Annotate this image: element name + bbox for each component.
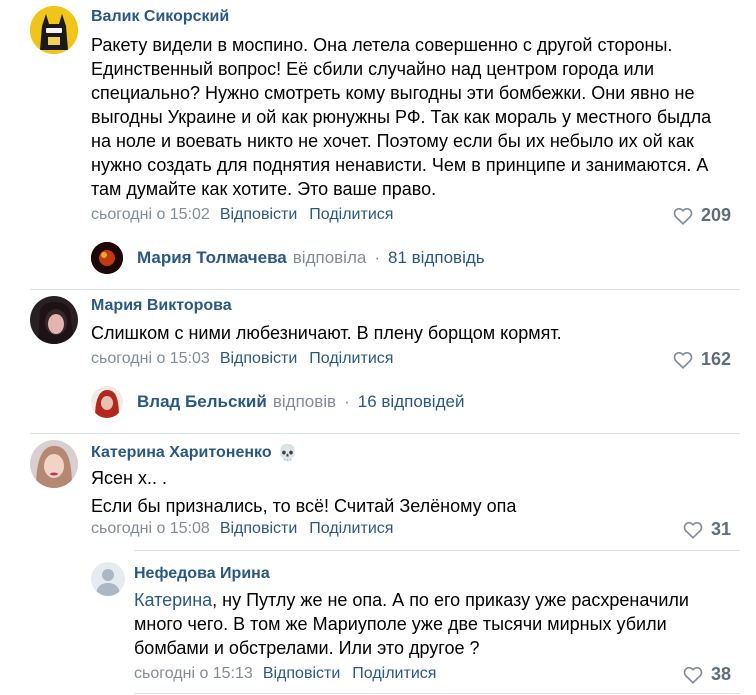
- comment-text-line: Ясен х.. .: [91, 468, 167, 488]
- reply-author[interactable]: Влад Бельский: [137, 392, 267, 412]
- avatar-image: [91, 386, 123, 418]
- comment-meta: сьогодні о 15:03 Відповісти Поділитися: [91, 350, 393, 368]
- reply-button[interactable]: Відповісти: [220, 350, 297, 367]
- like-count: 38: [710, 664, 731, 684]
- comment-meta: сьогодні о 15:02 Відповісти Поділитися: [91, 206, 393, 224]
- comment-author[interactable]: Мария Викторова: [91, 297, 232, 315]
- comment-text: Катерина, ну Путлу же не опа. А по его п…: [134, 588, 734, 660]
- avatar[interactable]: [30, 6, 78, 54]
- comment-text-line: Единственный вопрос! Её сбили случайно н…: [91, 59, 655, 79]
- comment-meta: сьогодні о 15:08 Відповісти Поділитися: [91, 520, 393, 538]
- like-button[interactable]: 31: [683, 519, 731, 540]
- avatar: [91, 386, 123, 418]
- comment-text-line: Если бы признались, то всё! Считай Зелён…: [91, 496, 517, 516]
- share-button[interactable]: Поділитися: [352, 665, 436, 682]
- avatar[interactable]: [91, 562, 125, 596]
- comment: Катерина Харитоненко 💀 Ясен х.. . Если б…: [0, 434, 756, 549]
- avatar: [91, 242, 123, 274]
- reply-button[interactable]: Відповісти: [220, 520, 297, 537]
- like-count: 31: [710, 519, 731, 539]
- like-count: 162: [700, 349, 731, 369]
- reply-button[interactable]: Відповісти: [263, 665, 340, 682]
- nested-reply: Нефедова Ирина Катерина, ну Путлу же не …: [0, 552, 756, 695]
- heart-outline-icon: [673, 207, 693, 225]
- comment-author[interactable]: Нефедова Ирина: [134, 565, 270, 583]
- like-count: 209: [700, 205, 731, 225]
- share-button[interactable]: Поділитися: [309, 206, 393, 223]
- heart-outline-icon: [683, 521, 703, 539]
- thread-replies-link[interactable]: Влад Бельский відповів · 16 відповідей: [91, 386, 464, 418]
- default-user-icon: [91, 562, 125, 596]
- like-button[interactable]: 38: [683, 664, 731, 685]
- reply-verb: відповіла: [292, 248, 367, 267]
- comment-text: Ясен х.. . Если бы признались, то всё! С…: [91, 466, 741, 518]
- avatar-image: [30, 440, 78, 488]
- comment-text-segment: , ну Путлу же не опа. А по его приказу у…: [212, 590, 689, 610]
- divider: [134, 550, 740, 551]
- comment-author[interactable]: Валик Сикорский: [91, 8, 229, 26]
- comment-text: Слишком с ними любезничают. В плену борщ…: [91, 321, 741, 345]
- avatar-image: [91, 242, 123, 274]
- comment-text-line: нужно создать для поднятия ненависти. Че…: [91, 155, 709, 175]
- comment-text-line: там думайте как хотите. Это ваше право.: [91, 179, 437, 199]
- comment: Мария Викторова Слишком с ними любезнича…: [0, 290, 756, 435]
- avatar-batman-image: [30, 6, 78, 54]
- comment-text: Ракету видели в моспино. Она летела сове…: [91, 33, 741, 201]
- reply-count[interactable]: 81 відповідь: [388, 248, 485, 268]
- comment-meta: сьогодні о 15:13 Відповісти Поділитися: [134, 665, 436, 683]
- mention-link[interactable]: Катерина: [134, 590, 212, 610]
- avatar-image: [30, 296, 78, 344]
- reply-button[interactable]: Відповісти: [220, 206, 297, 223]
- comment-author-name[interactable]: Катерина Харитоненко: [91, 444, 272, 462]
- heart-outline-icon: [673, 351, 693, 369]
- comment-author: Катерина Харитоненко 💀: [91, 443, 298, 463]
- share-button[interactable]: Поділитися: [309, 520, 393, 537]
- thread-replies-link[interactable]: Мария Толмачева відповіла · 81 відповідь: [91, 242, 485, 274]
- avatar[interactable]: [30, 440, 78, 488]
- comment-timestamp[interactable]: сьогодні о 15:13: [134, 665, 253, 682]
- heart-outline-icon: [683, 666, 703, 684]
- comment-timestamp[interactable]: сьогодні о 15:03: [91, 350, 210, 367]
- reply-count[interactable]: 16 відповідей: [358, 392, 465, 412]
- comment-timestamp[interactable]: сьогодні о 15:02: [91, 206, 210, 223]
- separator-dot: ·: [374, 248, 381, 267]
- comment-text-line: Слишком с ними любезничают. В плену борщ…: [91, 323, 562, 343]
- comment-text-line: Катерина, ну Путлу же не опа. А по его п…: [134, 588, 734, 612]
- comment-timestamp[interactable]: сьогодні о 15:08: [91, 520, 210, 537]
- share-button[interactable]: Поділитися: [309, 350, 393, 367]
- comment-text-line: бомбами и обстрелами. Или это другое ?: [134, 638, 480, 658]
- avatar[interactable]: [30, 296, 78, 344]
- like-button[interactable]: 162: [673, 349, 731, 370]
- comment-text-line: много чего. В том же Мариуполе уже две т…: [134, 614, 667, 634]
- comment-text-line: на ноле и воевать никто не хочет. Поэтом…: [91, 131, 694, 151]
- skull-icon: 💀: [277, 445, 298, 462]
- comment: Валик Сикорский Ракету видели в моспино.…: [0, 0, 756, 290]
- reply-author[interactable]: Мария Толмачева: [137, 248, 287, 268]
- comment-text-line: специально? Нужно смотреть кому выгодны …: [91, 83, 695, 103]
- comment-text-line: выгодны Украине и ой как рюнужны РФ. Так…: [91, 107, 712, 127]
- comment-text-line: Ракету видели в моспино. Она летела сове…: [91, 35, 673, 55]
- like-button[interactable]: 209: [673, 205, 731, 226]
- separator-dot: ·: [344, 392, 350, 411]
- divider: [134, 693, 740, 694]
- reply-verb: відповів: [272, 392, 337, 411]
